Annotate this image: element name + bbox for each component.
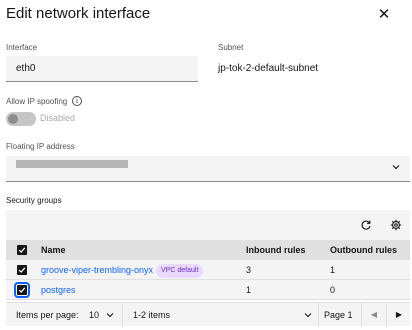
outbound-rules-cell: 0 <box>330 285 336 295</box>
row-checkbox[interactable] <box>17 265 27 275</box>
interface-label: Interface <box>6 43 38 52</box>
ip-spoofing-state: Disabled <box>40 113 76 123</box>
floating-ip-dropdown[interactable] <box>6 156 410 182</box>
ip-spoofing-label: Allow IP spoofing <box>6 97 68 106</box>
next-page-icon[interactable]: ▶ <box>389 303 409 327</box>
security-group-link[interactable]: groove-viper-trembling-onyx <box>41 265 153 275</box>
column-header-name[interactable]: Name <box>41 240 66 260</box>
subnet-label: Subnet <box>218 43 244 52</box>
subnet-value: jp-tok-2-default-subnet <box>218 63 319 74</box>
inbound-rules-cell: 3 <box>246 265 252 275</box>
column-header-outbound[interactable]: Outbound rules <box>330 240 397 260</box>
page-indicator: Page 1 <box>324 310 353 320</box>
vpc-default-tag: VPC default <box>156 263 204 278</box>
floating-ip-label: Floating IP address <box>6 142 75 151</box>
refresh-icon[interactable] <box>360 219 372 231</box>
chevron-down-icon[interactable] <box>106 311 114 319</box>
name-cell: groove-viper-trembling-onyx VPC default <box>41 260 204 280</box>
interface-value: eth0 <box>16 63 36 74</box>
divider <box>122 303 123 327</box>
toggle-knob <box>8 114 18 124</box>
table-row: postgres 1 0 <box>6 280 410 300</box>
security-group-link[interactable]: postgres <box>41 285 76 295</box>
outbound-rules-cell: 1 <box>330 265 336 275</box>
item-range: 1-2 items <box>133 310 171 320</box>
items-per-page-select[interactable]: 10 <box>89 303 99 327</box>
chevron-down-icon <box>392 165 400 170</box>
settings-icon[interactable] <box>390 219 402 231</box>
divider <box>361 303 362 327</box>
redacted-value <box>16 160 128 168</box>
table-toolbar <box>6 210 410 240</box>
close-icon[interactable]: ✕ <box>377 7 391 22</box>
information-icon[interactable]: i <box>72 96 82 106</box>
row-checkbox[interactable] <box>14 282 30 298</box>
pagination-bar: Items per page: 10 1-2 items Page 1 ◀ ▶ <box>6 302 410 327</box>
items-per-page-label: Items per page: <box>16 310 79 320</box>
column-header-inbound[interactable]: Inbound rules <box>246 240 306 260</box>
interface-field[interactable]: eth0 <box>6 56 198 82</box>
ip-spoofing-toggle[interactable] <box>6 112 36 126</box>
name-cell: postgres <box>41 280 76 300</box>
chevron-down-icon[interactable] <box>304 311 312 319</box>
select-all-checkbox[interactable] <box>17 245 27 255</box>
security-groups-label: Security groups <box>6 196 62 205</box>
prev-page-icon[interactable]: ◀ <box>364 303 384 327</box>
dialog-title: Edit network interface <box>6 5 151 22</box>
table-row: groove-viper-trembling-onyx VPC default 3… <box>6 260 410 280</box>
divider <box>386 303 387 327</box>
inbound-rules-cell: 1 <box>246 285 252 295</box>
table-header: Name Inbound rules Outbound rules <box>6 240 410 260</box>
divider <box>318 303 319 327</box>
